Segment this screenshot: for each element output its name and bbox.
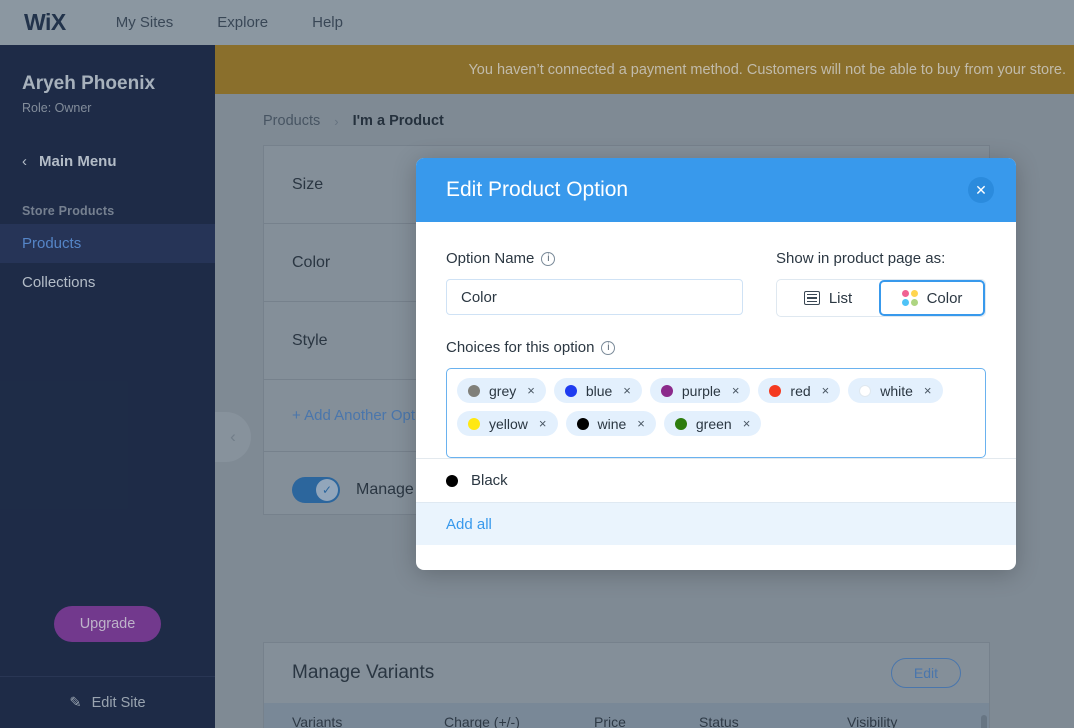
list-icon	[803, 291, 820, 305]
display-mode-list-label: List	[828, 289, 853, 307]
info-icon[interactable]: i	[601, 340, 616, 355]
color-swatch-icon	[468, 417, 480, 430]
option-name-field-group: Option Name i	[446, 250, 743, 317]
remove-choice-icon[interactable]: ×	[822, 383, 830, 398]
choice-tag-label: blue	[585, 382, 613, 399]
remove-choice-icon[interactable]: ×	[732, 383, 740, 398]
choices-label: Choices for this option i	[446, 339, 986, 356]
choice-tag-label: red	[790, 382, 811, 399]
choice-tag[interactable]: white ×	[848, 378, 943, 403]
option-name-label-text: Option Name	[446, 250, 535, 267]
choices-dropdown: Black Add all	[416, 458, 1016, 545]
remove-choice-icon[interactable]: ×	[637, 416, 645, 431]
dialog-title: Edit Product Option	[446, 178, 629, 201]
choice-tag-label: purple	[681, 382, 721, 399]
choice-tag-label: white	[880, 382, 913, 399]
display-mode-list-button[interactable]: List	[777, 280, 879, 316]
choice-tag[interactable]: red ×	[758, 378, 841, 403]
display-mode-color-button[interactable]: Color	[879, 280, 985, 316]
display-mode-color-label: Color	[926, 289, 963, 307]
remove-choice-icon[interactable]: ×	[623, 383, 631, 398]
choice-tag-label: yellow	[489, 415, 528, 432]
close-icon[interactable]: ✕	[968, 177, 994, 203]
option-name-label: Option Name i	[446, 250, 743, 267]
choice-tag[interactable]: purple ×	[649, 378, 751, 403]
remove-choice-icon[interactable]: ×	[743, 416, 751, 431]
choice-tag[interactable]: blue ×	[553, 378, 642, 403]
app-root: WiX My Sites Explore Help Aryeh Phoenix …	[0, 0, 1074, 728]
dropdown-item-black[interactable]: Black	[416, 459, 1016, 502]
choice-tag[interactable]: green ×	[663, 411, 762, 436]
choices-input-box[interactable]: grey × blue × purple × red × white × yellow × wine × g…	[446, 368, 986, 458]
dialog-header: Edit Product Option ✕	[416, 158, 1016, 222]
dialog-top-row: Option Name i Show in product page as: L…	[446, 250, 986, 317]
dialog-body: Option Name i Show in product page as: L…	[416, 222, 1016, 545]
dropdown-item-label: Black	[471, 472, 508, 489]
remove-choice-icon[interactable]: ×	[539, 416, 547, 431]
option-name-input[interactable]	[446, 279, 743, 315]
color-swatch-icon	[564, 384, 577, 397]
edit-product-option-dialog: Edit Product Option ✕ Option Name i Show…	[416, 158, 1016, 570]
color-dots-icon	[901, 290, 918, 306]
display-mode-segmented-control: List Color	[776, 279, 986, 317]
color-swatch-icon	[769, 384, 782, 397]
remove-choice-icon[interactable]: ×	[924, 383, 932, 398]
show-in-product-page-label: Show in product page as:	[776, 250, 946, 267]
color-swatch-icon	[576, 417, 589, 430]
display-mode-group: Show in product page as: List Color	[776, 250, 986, 317]
color-swatch-icon	[859, 384, 872, 397]
choice-tag[interactable]: grey ×	[457, 378, 546, 403]
info-icon[interactable]: i	[541, 251, 556, 266]
choice-tag[interactable]: yellow ×	[457, 411, 558, 436]
remove-choice-icon[interactable]: ×	[527, 383, 535, 398]
choice-tag-label: wine	[597, 415, 627, 432]
color-swatch-icon	[660, 384, 673, 397]
add-all-button[interactable]: Add all	[416, 502, 1016, 545]
color-swatch-icon	[674, 417, 687, 430]
choice-tag-label: green	[695, 415, 732, 432]
color-swatch-icon	[446, 474, 458, 487]
color-swatch-icon	[468, 384, 480, 397]
choices-label-text: Choices for this option	[446, 339, 595, 356]
choice-tag-label: grey	[489, 382, 517, 399]
choice-tag[interactable]: wine ×	[565, 411, 656, 436]
